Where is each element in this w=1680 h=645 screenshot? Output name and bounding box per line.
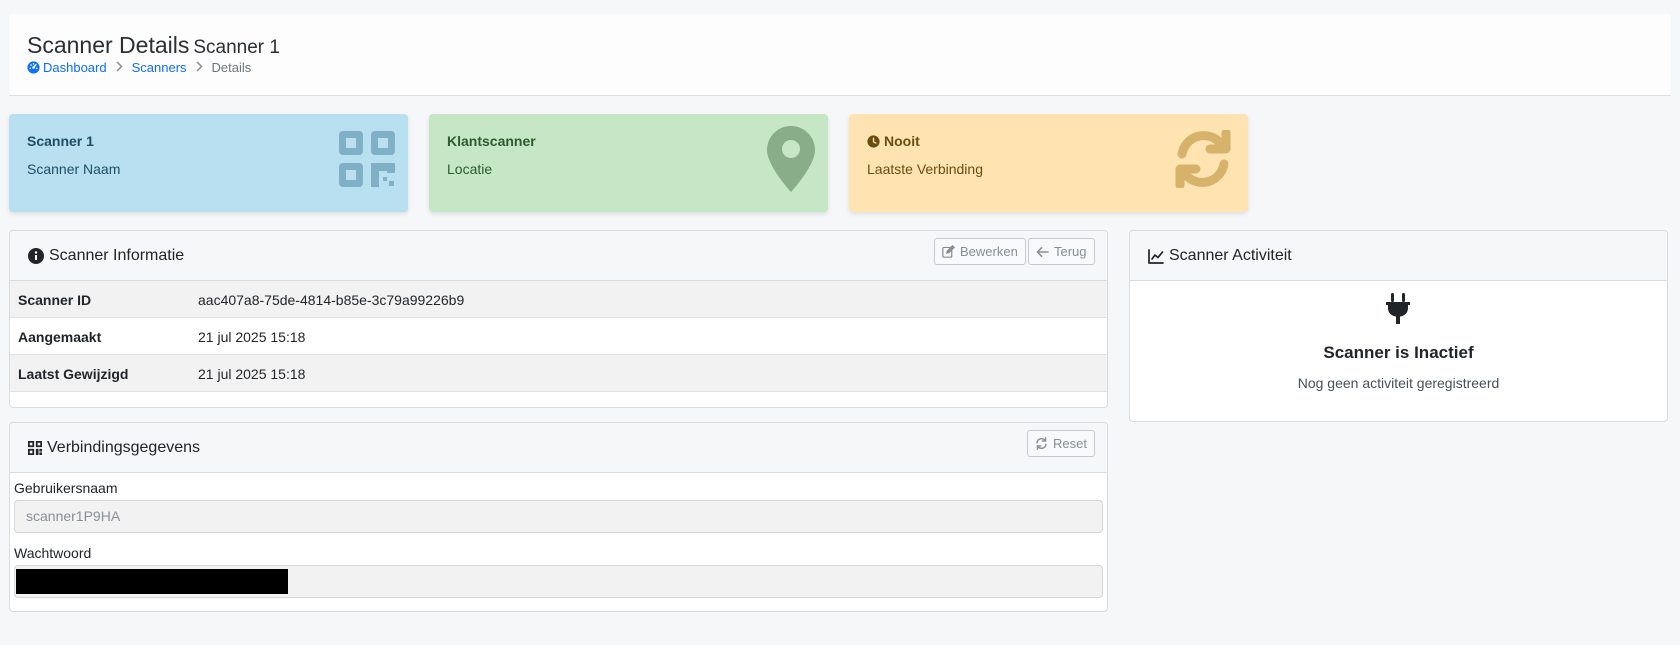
activity-status-title: Scanner is Inactief bbox=[1323, 343, 1474, 362]
card-title: Verbindingsgegevens bbox=[28, 439, 200, 457]
info-row-value: 21 jul 2025 15:18 bbox=[198, 329, 306, 345]
connection-details-card: Verbindingsgegevens Reset Gebruikersnaam… bbox=[9, 422, 1108, 612]
password-field[interactable] bbox=[14, 565, 1103, 598]
breadcrumb-dashboard[interactable]: Dashboard bbox=[27, 60, 107, 75]
activity-status-subtitle: Nog geen activiteit geregistreerd bbox=[1297, 375, 1500, 391]
breadcrumb-scanners[interactable]: Scanners bbox=[132, 60, 187, 75]
card-title: Scanner Activiteit bbox=[1148, 247, 1292, 265]
info-row-value: 21 jul 2025 15:18 bbox=[198, 366, 306, 382]
stat-label: Locatie bbox=[447, 161, 493, 177]
stat-value-row: Nooit bbox=[867, 133, 920, 149]
card-header: Verbindingsgegevens Reset bbox=[10, 423, 1107, 473]
card-title-text: Scanner Informatie bbox=[49, 247, 185, 264]
stat-label: Laatste Verbinding bbox=[867, 161, 983, 177]
info-circle-icon bbox=[28, 248, 44, 264]
edit-button[interactable]: Bewerken bbox=[934, 238, 1026, 265]
qrcode-icon bbox=[28, 441, 42, 455]
stat-value: Nooit bbox=[884, 133, 920, 149]
info-row-created: Aangemaakt 21 jul 2025 15:18 bbox=[10, 318, 1107, 355]
edit-icon bbox=[942, 245, 955, 258]
edit-button-label: Bewerken bbox=[960, 244, 1018, 259]
arrow-left-icon bbox=[1036, 246, 1049, 258]
info-row-label: Laatst Gewijzigd bbox=[18, 366, 129, 382]
card-title: Scanner Informatie bbox=[28, 247, 184, 265]
card-title-text: Verbindingsgegevens bbox=[47, 439, 201, 456]
map-pin-icon bbox=[767, 126, 815, 197]
stat-value: Scanner 1 bbox=[27, 133, 94, 149]
page-title-text: Scanner Details bbox=[27, 32, 190, 58]
scanner-activity-card: Scanner Activiteit Scanner is Inactief N… bbox=[1129, 230, 1668, 422]
back-button-label: Terug bbox=[1054, 244, 1087, 259]
chevron-right-icon bbox=[116, 60, 123, 75]
info-row-label: Aangemaakt bbox=[18, 329, 102, 345]
redacted-block bbox=[16, 569, 288, 594]
line-chart-icon bbox=[1148, 248, 1164, 264]
plug-icon bbox=[1385, 293, 1411, 330]
chevron-right-icon bbox=[196, 60, 203, 75]
breadcrumb: Dashboard Scanners Details bbox=[27, 60, 251, 75]
breadcrumb-dashboard-label: Dashboard bbox=[43, 60, 107, 75]
card-title-text: Scanner Activiteit bbox=[1169, 247, 1292, 264]
info-row-modified: Laatst Gewijzigd 21 jul 2025 15:18 bbox=[10, 355, 1107, 392]
username-label: Gebruikersnaam bbox=[14, 480, 118, 496]
back-button[interactable]: Terug bbox=[1028, 238, 1095, 265]
stat-card-last-connection: Nooit Laatste Verbinding bbox=[849, 114, 1248, 212]
dashboard-icon bbox=[27, 61, 40, 74]
reset-button-label: Reset bbox=[1053, 436, 1087, 451]
stat-card-location: Klantscanner Locatie bbox=[429, 114, 828, 212]
stat-label: Scanner Naam bbox=[27, 161, 121, 177]
clock-icon bbox=[867, 134, 880, 148]
info-row-value: aac407a8-75de-4814-b85e-3c79a99226b9 bbox=[198, 292, 465, 308]
page-header: Scanner Details Scanner 1 Dashboard Scann… bbox=[9, 14, 1671, 96]
scanner-info-card: Scanner Informatie Bewerken Terug Scanne… bbox=[9, 230, 1108, 408]
sync-icon bbox=[1173, 128, 1233, 193]
breadcrumb-current: Details bbox=[211, 60, 252, 75]
qrcode-icon bbox=[339, 131, 395, 192]
stat-value: Klantscanner bbox=[447, 133, 536, 149]
info-row-label: Scanner ID bbox=[18, 292, 92, 308]
page-subtitle: Scanner 1 bbox=[193, 37, 280, 58]
card-header: Scanner Activiteit bbox=[1130, 231, 1667, 281]
sync-icon bbox=[1035, 437, 1048, 450]
reset-button[interactable]: Reset bbox=[1027, 430, 1095, 457]
card-header: Scanner Informatie Bewerken Terug bbox=[10, 231, 1107, 281]
page-title: Scanner Details Scanner 1 bbox=[27, 32, 280, 59]
stat-card-scanner-name: Scanner 1 Scanner Naam bbox=[9, 114, 408, 212]
info-row-scanner-id: Scanner ID aac407a8-75de-4814-b85e-3c79a… bbox=[10, 281, 1107, 318]
password-label: Wachtwoord bbox=[14, 545, 92, 561]
username-field[interactable]: scanner1P9HA bbox=[14, 500, 1103, 533]
